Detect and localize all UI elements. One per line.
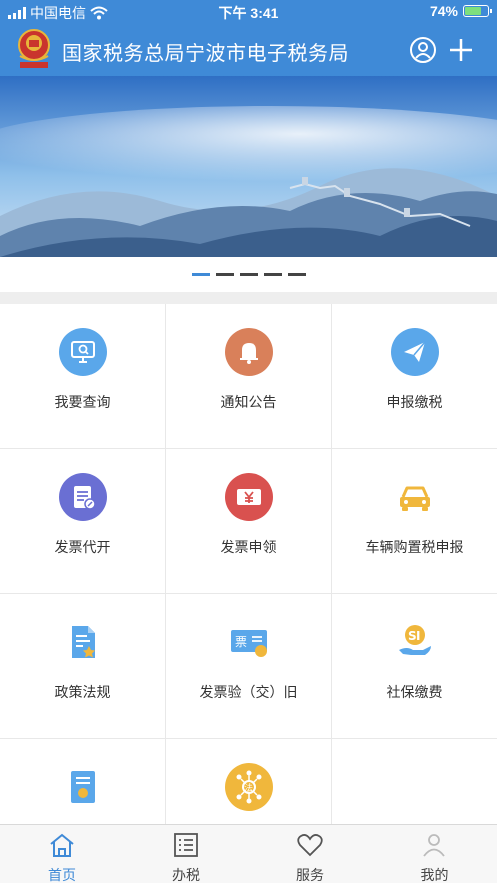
grid-item-invoice-apply[interactable]: 发票申领	[166, 449, 332, 594]
grid-item-invoice-issue[interactable]: 发票代开	[0, 449, 166, 594]
grid-item-vehicle-tax[interactable]: 车辆购置税申报	[332, 449, 497, 594]
grid-item-label: 发票申领	[220, 539, 277, 555]
grid-item-label: 申报缴税	[386, 394, 443, 410]
grid-item-law[interactable]: 法	[166, 739, 332, 824]
list-icon	[174, 833, 198, 857]
document-edit-icon	[59, 473, 107, 521]
status-right: 74%	[429, 3, 492, 19]
policy-document-icon	[72, 626, 95, 658]
social-security-icon: S I	[399, 625, 431, 655]
carousel-dot[interactable]	[239, 273, 258, 276]
tab-label: 办税	[172, 867, 200, 883]
app-header: 国家税务总局宁波市电子税务局	[0, 24, 497, 76]
grid-item-label: 发票代开	[54, 539, 111, 555]
invoice-verify-icon: 票	[231, 630, 267, 657]
grid-item-label: 政策法规	[54, 684, 111, 700]
page-title: 国家税务总局宁波市电子税务局	[62, 43, 349, 65]
carousel-dot[interactable]	[287, 273, 306, 276]
banner-image	[0, 76, 497, 257]
battery-percent: 74%	[429, 3, 458, 19]
grid-item-declare[interactable]: 申报缴税	[332, 304, 497, 449]
plus-icon[interactable]	[446, 35, 476, 65]
grid-item-invoice-verify[interactable]: 票 发票验（交）旧	[166, 594, 332, 739]
home-icon	[50, 833, 74, 857]
paper-plane-icon	[391, 328, 439, 376]
grid-item-certificate[interactable]	[0, 739, 166, 824]
tab-service[interactable]: 服务	[248, 825, 372, 883]
tab-home[interactable]: 首页	[0, 825, 124, 883]
bottom-tab-bar: 首页 办税 服务 我的	[0, 824, 497, 883]
heart-icon	[297, 834, 323, 857]
grid-item-label: 发票验（交）旧	[199, 684, 298, 700]
section-divider	[0, 292, 497, 304]
status-bar: 中国电信 下午 3:41 74%	[0, 0, 497, 24]
grid-item-notice[interactable]: 通知公告	[166, 304, 332, 449]
carousel-dot[interactable]	[191, 273, 210, 276]
carousel-indicator	[0, 257, 497, 292]
grid-item-label: 车辆购置税申报	[365, 539, 464, 555]
user-icon[interactable]	[408, 35, 438, 65]
tab-label: 我的	[420, 867, 449, 883]
grid-item-social-security[interactable]: S I 社保缴费	[332, 594, 497, 739]
tax-emblem-logo	[18, 29, 50, 68]
monitor-search-icon	[59, 328, 107, 376]
law-network-icon: 法	[225, 763, 273, 811]
carousel-dot[interactable]	[215, 273, 234, 276]
tab-label: 首页	[48, 867, 76, 883]
law-icon-text: 法	[244, 782, 253, 794]
svg-text:I: I	[416, 629, 420, 643]
grid-item-query[interactable]: 我要查询	[0, 304, 166, 449]
grid-item-label: 我要查询	[54, 394, 111, 410]
certificate-icon	[71, 771, 95, 803]
feature-grid: 我要查询 通知公告 申报缴税 发票代开 发票申领 车辆购置税申报 政策法规 票 …	[0, 304, 497, 824]
grid-item-label: 通知公告	[220, 394, 277, 410]
carousel-dot[interactable]	[263, 273, 282, 276]
invoice-icon-text: 票	[235, 635, 247, 649]
profile-icon	[423, 834, 445, 857]
grid-item-label: 社保缴费	[386, 684, 443, 700]
tab-mine[interactable]: 我的	[372, 825, 497, 883]
yuan-ticket-icon	[225, 473, 273, 521]
tab-tax[interactable]: 办税	[124, 825, 248, 883]
battery-icon	[463, 5, 492, 17]
tab-label: 服务	[296, 867, 324, 883]
bell-icon	[225, 328, 273, 376]
car-icon	[400, 486, 430, 511]
banner-carousel[interactable]	[0, 76, 497, 257]
grid-item-policy[interactable]: 政策法规	[0, 594, 166, 739]
clock: 下午 3:41	[218, 5, 279, 21]
